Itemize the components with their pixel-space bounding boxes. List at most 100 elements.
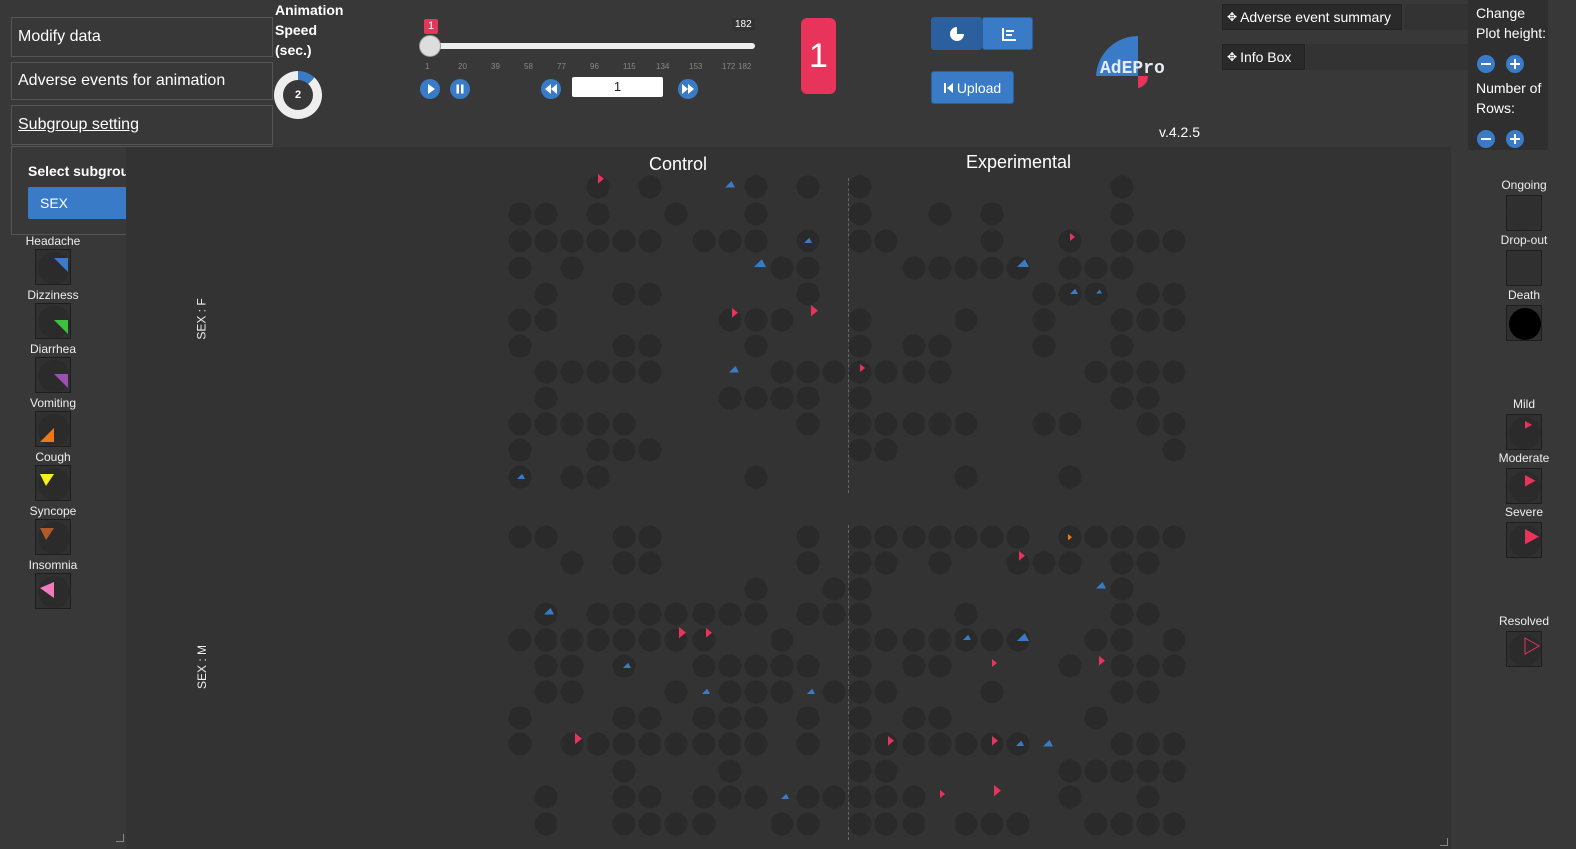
patient-glyph — [1058, 759, 1082, 783]
patient-glyph — [612, 628, 636, 652]
patient-glyph — [638, 785, 662, 809]
patient-glyph — [560, 732, 584, 756]
patient-glyph — [560, 465, 584, 489]
patient-glyph — [980, 202, 1004, 226]
patient-glyph — [560, 229, 584, 253]
patient-glyph — [980, 256, 1004, 280]
patient-glyph — [744, 229, 768, 253]
patient-glyph — [848, 759, 872, 783]
patient-glyph — [612, 282, 636, 306]
patient-glyph — [848, 654, 872, 678]
patient-glyph — [902, 525, 926, 549]
patient-glyph — [560, 551, 584, 575]
patient-glyph — [954, 465, 978, 489]
patient-glyph — [1110, 175, 1134, 199]
patient-glyph — [848, 602, 872, 626]
patient-glyph — [586, 732, 610, 756]
patient-glyph — [1136, 732, 1160, 756]
patient-glyph — [534, 680, 558, 704]
patient-glyph — [534, 386, 558, 410]
patient-glyph — [1162, 759, 1186, 783]
patient-glyph — [586, 602, 610, 626]
patient-glyph — [1032, 334, 1056, 358]
patient-glyph — [718, 654, 742, 678]
patient-glyph — [508, 334, 532, 358]
patient-glyph — [638, 175, 662, 199]
patient-glyph — [1110, 308, 1134, 332]
patient-glyph — [980, 812, 1004, 836]
patient-glyph — [874, 680, 898, 704]
patient-glyph — [612, 759, 636, 783]
patient-glyph — [1162, 654, 1186, 678]
patient-glyph — [638, 334, 662, 358]
patient-glyph — [928, 360, 952, 384]
patient-glyph — [638, 360, 662, 384]
patient-glyph — [902, 732, 926, 756]
patient-glyph — [874, 785, 898, 809]
patient-glyph — [612, 412, 636, 436]
patient-glyph — [1058, 654, 1082, 678]
patient-glyph — [534, 360, 558, 384]
patient-glyph — [1058, 256, 1082, 280]
patient-glyph — [1084, 706, 1108, 730]
patient-glyph — [1162, 628, 1186, 652]
patient-glyph — [796, 412, 820, 436]
patient-glyph — [874, 360, 898, 384]
patient-glyph — [744, 202, 768, 226]
patient-glyph — [1162, 282, 1186, 306]
patient-glyph — [1136, 360, 1160, 384]
patient-glyph — [770, 386, 794, 410]
patient-glyph — [718, 602, 742, 626]
patient-glyph — [954, 412, 978, 436]
patient-glyph — [718, 732, 742, 756]
patient-glyph — [692, 229, 716, 253]
patient-glyph — [1136, 308, 1160, 332]
patient-glyph — [1136, 386, 1160, 410]
patient-glyph — [928, 412, 952, 436]
patient-glyph — [770, 654, 794, 678]
patient-glyph — [902, 360, 926, 384]
patient-glyph — [848, 551, 872, 575]
ae-flag — [781, 793, 789, 799]
patient-glyph — [1136, 551, 1160, 575]
patient-glyph — [1110, 551, 1134, 575]
patient-glyph — [612, 732, 636, 756]
patient-glyph — [1110, 525, 1134, 549]
patient-glyph — [560, 680, 584, 704]
ae-flag — [1043, 740, 1053, 747]
patient-glyph — [1136, 602, 1160, 626]
status-legend-swatch — [1506, 250, 1542, 286]
patient-glyph — [796, 602, 820, 626]
patient-glyph — [612, 654, 636, 678]
ae-flag — [811, 305, 818, 317]
patient-glyph — [1136, 412, 1160, 436]
patient-glyph — [796, 732, 820, 756]
patient-glyph — [928, 732, 952, 756]
patient-glyph — [796, 282, 820, 306]
patient-glyph — [1006, 551, 1030, 575]
patient-glyph — [586, 412, 610, 436]
patient-glyph — [1110, 334, 1134, 358]
patient-glyph — [534, 654, 558, 678]
severity-legend-label: Resolved — [1498, 614, 1550, 628]
patient-glyph — [848, 732, 872, 756]
patient-glyph — [692, 654, 716, 678]
patient-glyph — [848, 785, 872, 809]
patient-glyph — [848, 706, 872, 730]
patient-glyph — [1110, 812, 1134, 836]
patient-glyph — [928, 202, 952, 226]
patient-glyph — [822, 785, 846, 809]
patient-glyph — [796, 706, 820, 730]
patient-glyph — [822, 602, 846, 626]
patient-glyph — [1032, 412, 1056, 436]
patient-glyph — [692, 706, 716, 730]
patient-glyph — [1110, 759, 1134, 783]
patient-glyph — [638, 628, 662, 652]
patient-glyph — [612, 551, 636, 575]
status-legend-label: Ongoing — [1501, 178, 1547, 192]
patient-glyph — [902, 654, 926, 678]
patient-glyph — [1084, 759, 1108, 783]
patient-glyphs — [508, 174, 1186, 836]
patient-glyph — [560, 256, 584, 280]
status-legend-label: Death — [1507, 288, 1541, 302]
